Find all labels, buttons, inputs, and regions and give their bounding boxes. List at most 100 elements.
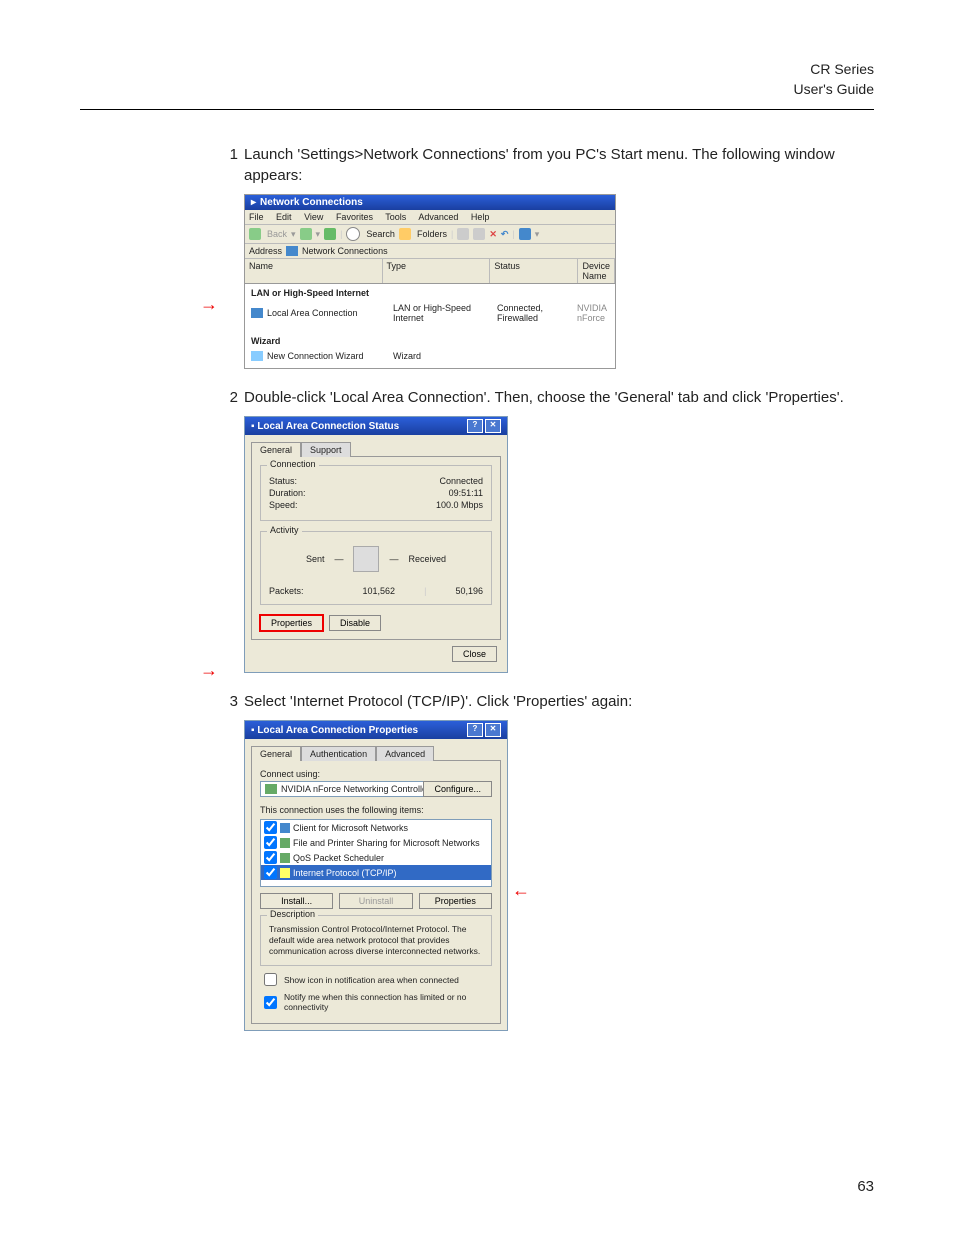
properties-button[interactable]: Properties — [419, 893, 492, 909]
col-type[interactable]: Type — [383, 259, 491, 283]
step-2-text: Double-click 'Local Area Connection'. Th… — [244, 387, 874, 408]
connection-status-dialog: ▪ Local Area Connection Status ?✕ Genera… — [244, 416, 508, 673]
header-line2: User's Guide — [80, 80, 874, 100]
col-device[interactable]: Device Name — [578, 259, 615, 283]
uninstall-button[interactable]: Uninstall — [339, 893, 412, 909]
tab-support[interactable]: Support — [301, 442, 351, 457]
local-area-connection-row[interactable]: Local Area Connection LAN or High-Speed … — [245, 302, 615, 324]
address-label: Address — [249, 246, 282, 256]
menu-tools[interactable]: Tools — [385, 212, 406, 222]
tab-general[interactable]: General — [251, 442, 301, 457]
connection-icon: ▪ — [251, 421, 255, 432]
menu-file[interactable]: File — [249, 212, 264, 222]
tool-icon[interactable] — [473, 228, 485, 240]
network-icon — [286, 246, 298, 256]
checkbox[interactable] — [264, 851, 277, 864]
connection-fieldset: Connection Status:Connected Duration:09:… — [260, 465, 492, 521]
back-icon[interactable] — [249, 228, 261, 240]
folders-icon[interactable] — [399, 228, 411, 240]
activity-icon — [353, 546, 379, 572]
connection-icon — [251, 308, 263, 318]
tab-bar: GeneralAuthenticationAdvanced — [245, 739, 507, 760]
new-connection-wizard-row[interactable]: New Connection Wizard Wizard — [245, 350, 615, 362]
checkbox[interactable] — [264, 836, 277, 849]
network-connections-window: ▸ Network Connections File Edit View Favo… — [244, 194, 616, 369]
col-name[interactable]: Name — [245, 259, 383, 283]
folders-button[interactable]: Folders — [417, 229, 447, 239]
service-icon — [280, 838, 290, 848]
disable-button[interactable]: Disable — [329, 615, 381, 631]
status-value: Connected — [439, 476, 483, 486]
protocol-icon — [280, 868, 290, 878]
header-rule — [80, 109, 874, 110]
nic-icon — [265, 784, 277, 794]
show-icon-checkbox[interactable]: Show icon in notification area when conn… — [260, 970, 492, 989]
menu-bar[interactable]: File Edit View Favorites Tools Advanced … — [245, 210, 615, 225]
packets-label: Packets: — [269, 586, 304, 596]
delete-icon[interactable]: ✕ — [489, 229, 497, 240]
tcpip-item[interactable]: Internet Protocol (TCP/IP) — [261, 865, 491, 880]
checkbox[interactable] — [264, 866, 277, 879]
close-icon[interactable]: ✕ — [485, 419, 501, 433]
menu-view[interactable]: View — [304, 212, 323, 222]
menu-favorites[interactable]: Favorites — [336, 212, 373, 222]
figure-1: → ▸Network Connections File Edit View Fa… — [244, 194, 874, 369]
views-icon[interactable] — [519, 228, 531, 240]
properties-button[interactable]: Properties — [260, 615, 323, 631]
back-button[interactable]: Back — [267, 229, 287, 239]
activity-fieldset: Activity Sent — — Received Packets: 101,… — [260, 531, 492, 605]
connection-icon: ▪ — [251, 725, 255, 736]
status-label: Status: — [269, 476, 297, 486]
page-header: CR Series User's Guide — [80, 60, 874, 99]
figure-2: → ▪ Local Area Connection Status ?✕ Gene… — [244, 416, 874, 673]
group-wizard: Wizard — [245, 332, 615, 350]
step-3-number: 3 — [220, 691, 238, 712]
col-status[interactable]: Status — [490, 259, 578, 283]
toolbar: Back ▾ ▾ | Search Folders | ✕ ↶ | — [245, 225, 615, 244]
search-button[interactable]: Search — [366, 229, 395, 239]
search-icon[interactable] — [346, 227, 360, 241]
step-1: 1 Launch 'Settings>Network Connections' … — [220, 144, 874, 186]
packets-received: 50,196 — [455, 586, 483, 596]
column-headers[interactable]: Name Type Status Device Name — [245, 259, 615, 284]
packets-sent: 101,562 — [363, 586, 396, 596]
menu-help[interactable]: Help — [471, 212, 490, 222]
received-label: Received — [408, 554, 446, 564]
up-icon[interactable] — [324, 228, 336, 240]
step-3-text: Select 'Internet Protocol (TCP/IP)'. Cli… — [244, 691, 874, 712]
help-icon[interactable]: ? — [467, 723, 483, 737]
configure-button[interactable]: Configure... — [423, 781, 492, 797]
step-1-text: Launch 'Settings>Network Connections' fr… — [244, 144, 874, 186]
help-icon[interactable]: ? — [467, 419, 483, 433]
description-box: Description Transmission Control Protoco… — [260, 915, 492, 966]
client-icon — [280, 823, 290, 833]
tab-bar: GeneralSupport — [245, 435, 507, 456]
menu-advanced[interactable]: Advanced — [418, 212, 458, 222]
components-list[interactable]: Client for Microsoft Networks File and P… — [260, 819, 492, 887]
menu-edit[interactable]: Edit — [276, 212, 292, 222]
forward-icon[interactable] — [300, 228, 312, 240]
header-line1: CR Series — [80, 60, 874, 80]
close-icon[interactable]: ✕ — [485, 723, 501, 737]
duration-value: 09:51:11 — [449, 488, 483, 498]
tab-authentication[interactable]: Authentication — [301, 746, 376, 761]
undo-icon[interactable]: ↶ — [501, 229, 509, 240]
arrow-icon: → — [200, 660, 218, 681]
address-value: Network Connections — [302, 246, 388, 256]
tool-icon[interactable] — [457, 228, 469, 240]
tab-general[interactable]: General — [251, 746, 301, 761]
step-2: 2 Double-click 'Local Area Connection'. … — [220, 387, 874, 408]
figure-3: ← ▪ Local Area Connection Properties ?✕ … — [244, 720, 874, 1031]
folder-icon: ▸ — [251, 197, 256, 208]
tab-advanced[interactable]: Advanced — [376, 746, 434, 761]
notify-checkbox[interactable]: Notify me when this connection has limit… — [260, 992, 492, 1012]
install-button[interactable]: Install... — [260, 893, 333, 909]
group-lan: LAN or High-Speed Internet — [245, 284, 615, 302]
duration-label: Duration: — [269, 488, 306, 498]
step-1-number: 1 — [220, 144, 238, 186]
speed-value: 100.0 Mbps — [436, 500, 483, 510]
sent-label: Sent — [306, 554, 325, 564]
checkbox[interactable] — [264, 821, 277, 834]
close-button[interactable]: Close — [452, 646, 497, 662]
arrow-icon: ← — [512, 880, 530, 901]
